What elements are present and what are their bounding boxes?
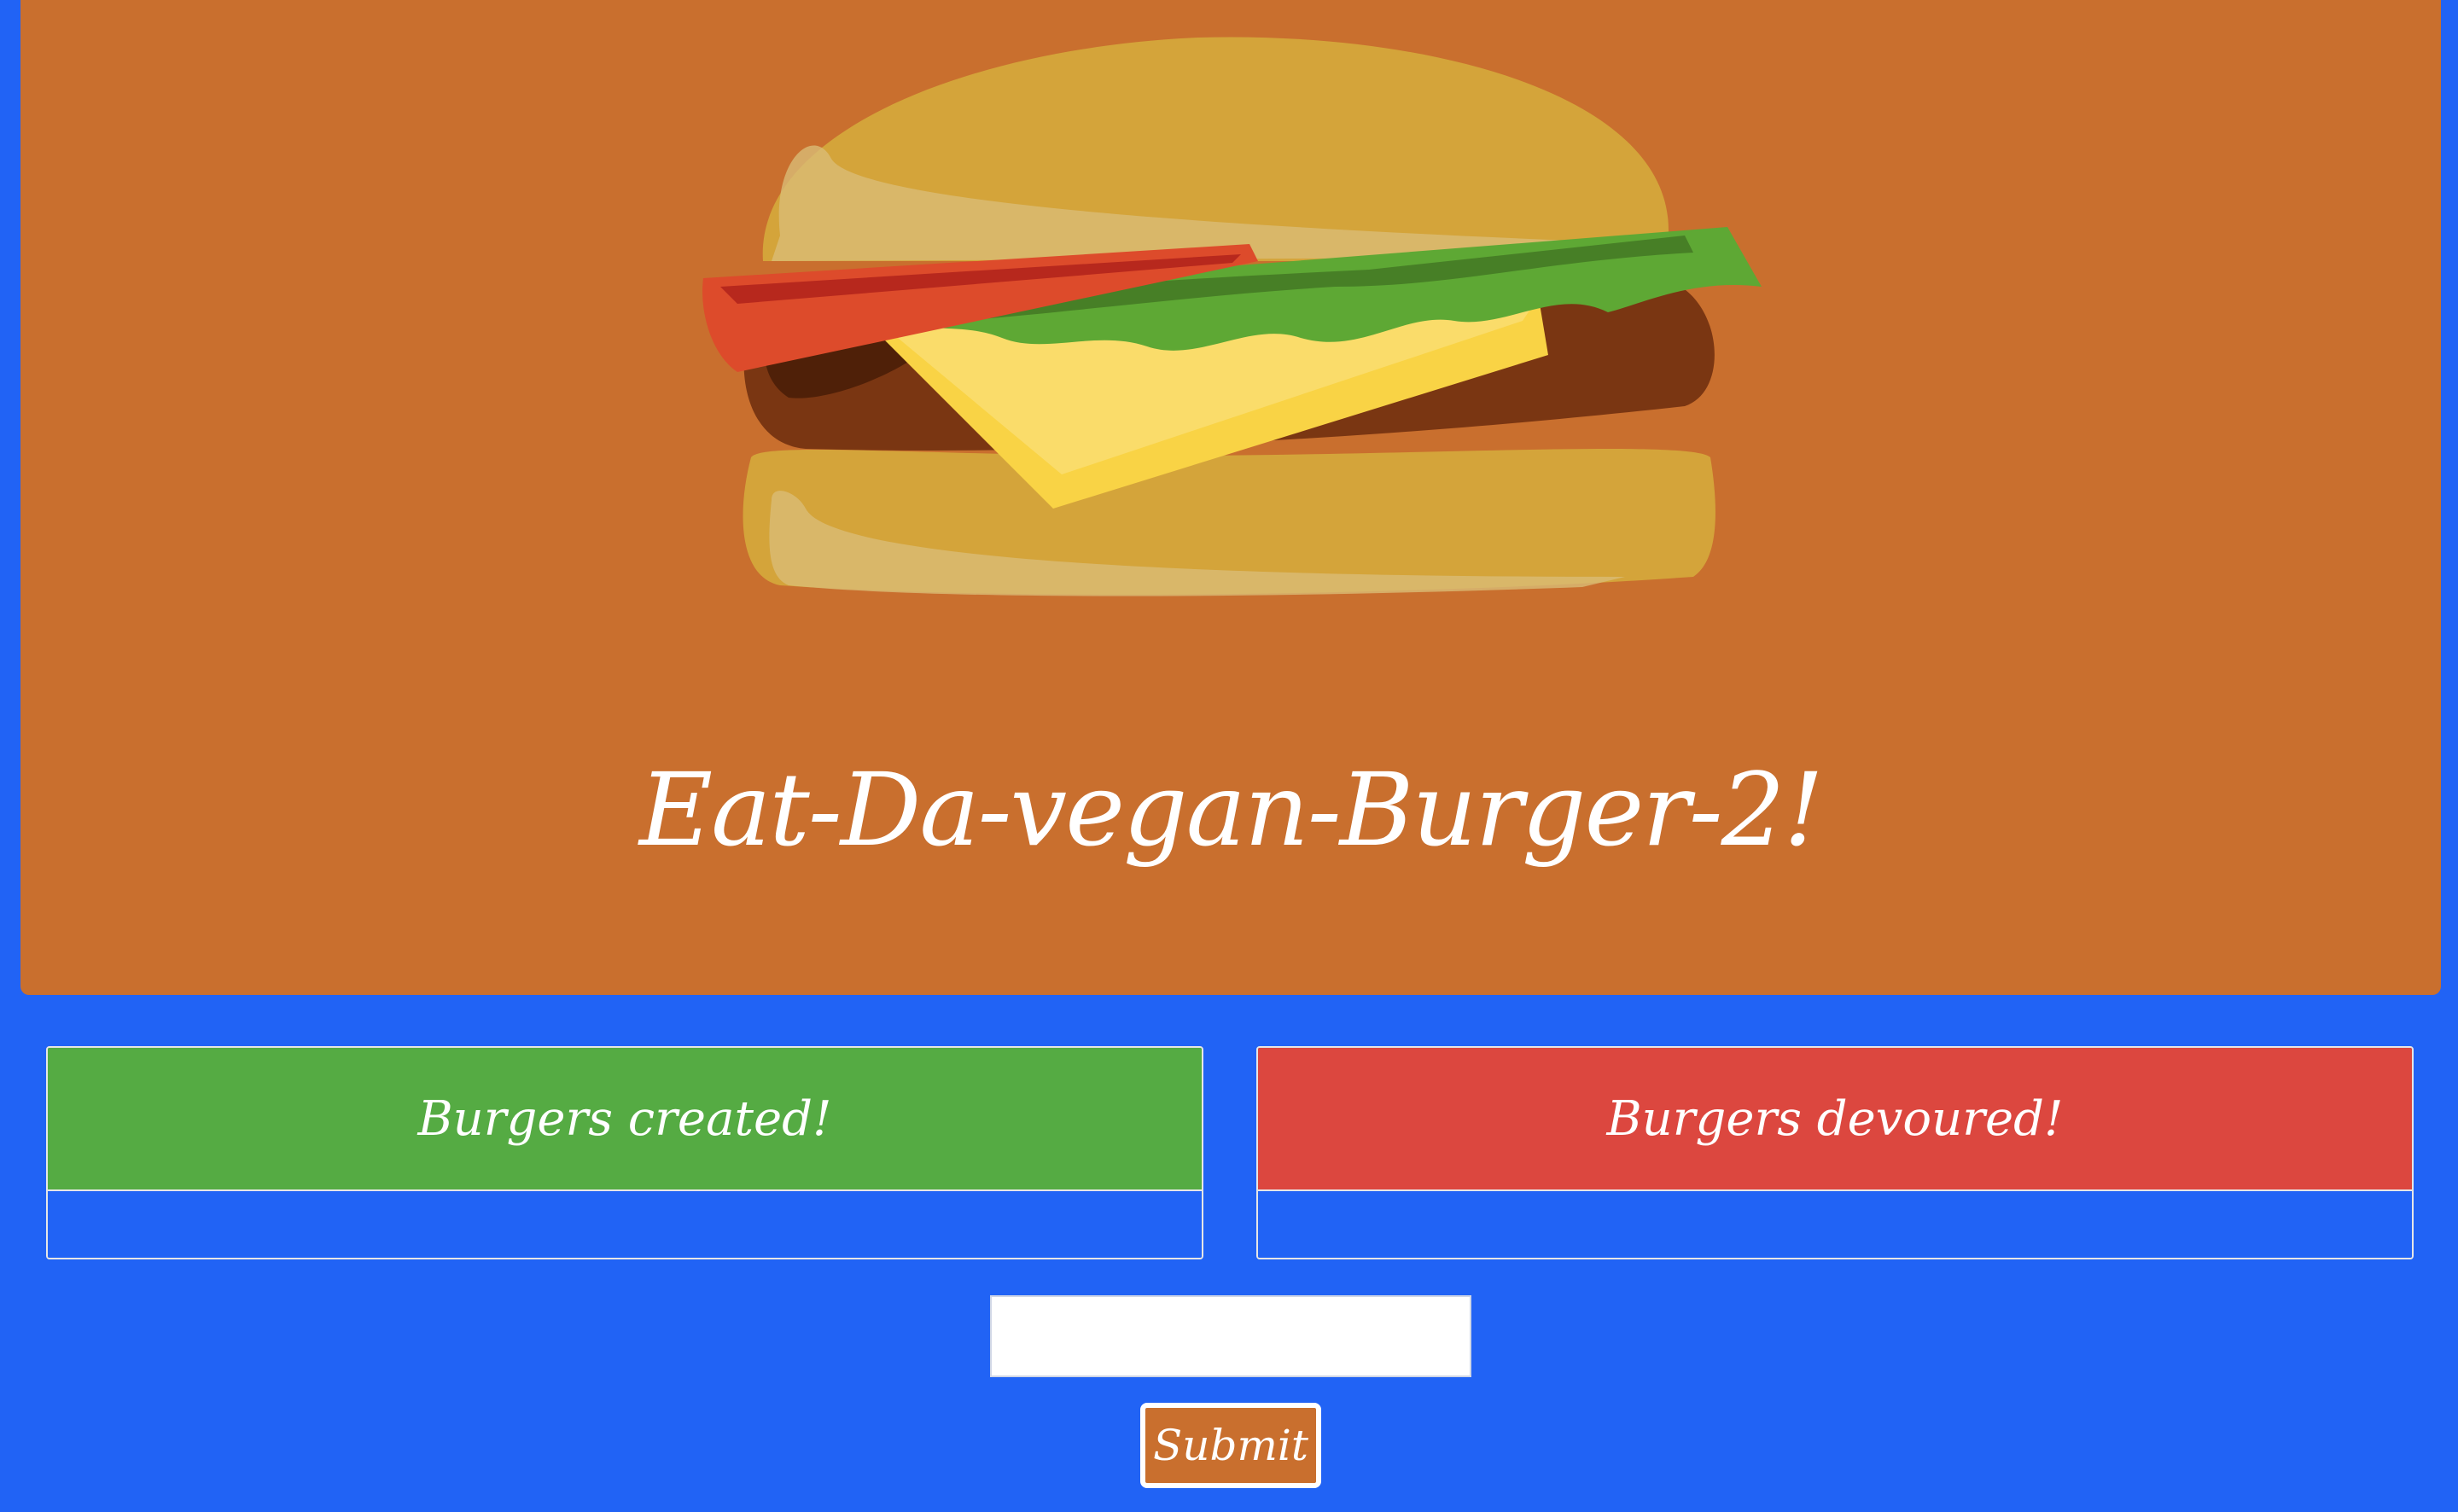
burgers-created-panel: Burgers created!	[46, 1046, 1203, 1259]
page-title: Eat-Da-vegan-Burger-2!	[638, 751, 1824, 869]
burgers-devoured-panel: Burgers devoured!	[1256, 1046, 2414, 1259]
burger-illustration-icon	[702, 37, 1762, 596]
burger-name-input[interactable]	[990, 1295, 1471, 1377]
burgers-created-heading: Burgers created!	[48, 1048, 1202, 1191]
burgers-devoured-heading: Burgers devoured!	[1258, 1048, 2412, 1191]
submit-button[interactable]: Submit	[1140, 1403, 1321, 1488]
jumbotron: Eat-Da-vegan-Burger-2!	[20, 0, 2441, 995]
burgers-created-list	[48, 1191, 1202, 1258]
burgers-devoured-list	[1258, 1191, 2412, 1258]
